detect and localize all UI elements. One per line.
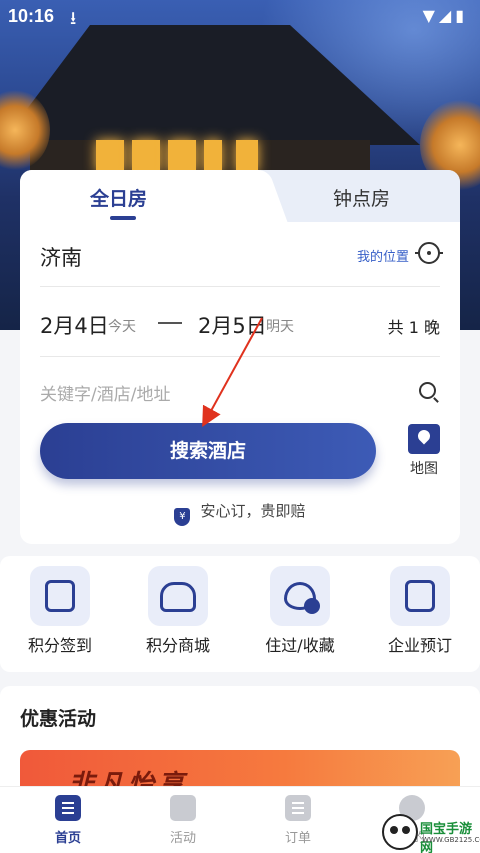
search-hotels-button[interactable]: 搜索酒店	[40, 423, 376, 479]
status-time: 10:16	[8, 6, 55, 26]
order-icon	[285, 795, 311, 821]
divider	[40, 286, 440, 287]
assurance-text: 安心订，贵即赔	[200, 502, 306, 520]
home-icon	[55, 795, 81, 821]
booking-tabs: 全日房 钟点房	[20, 170, 460, 222]
map-pin-icon	[408, 424, 440, 454]
shield-icon: ¥	[174, 508, 191, 526]
hotel-window	[132, 140, 160, 172]
checkin-date[interactable]: 2月4日	[40, 310, 109, 340]
divider	[40, 356, 440, 357]
nav-home[interactable]: 首页	[28, 795, 108, 846]
checkin-day-label: 今天	[108, 319, 136, 335]
nav-label: 活动	[169, 831, 196, 846]
promotions-title: 优惠活动	[20, 708, 97, 730]
status-bar: 10:16 ⭳ ▼◢▮	[0, 0, 480, 34]
heart-check-icon	[270, 566, 330, 626]
panda-logo	[382, 814, 418, 850]
site-watermark: 国宝手游网 WWW.GB2125.COM	[382, 814, 480, 853]
quick-entry-points-mall[interactable]: 积分商城	[128, 566, 228, 656]
hotel-window	[204, 140, 222, 172]
quick-entry-points-signin[interactable]: 积分签到	[10, 566, 110, 656]
tab-full-day[interactable]: 全日房	[90, 184, 147, 211]
quick-entry-favorites[interactable]: 住过/收藏	[250, 566, 350, 656]
shop-icon	[148, 566, 208, 626]
nav-orders[interactable]: 订单	[258, 795, 338, 846]
hotel-window	[168, 140, 196, 172]
hotel-roof	[0, 25, 420, 145]
business-icon	[390, 566, 450, 626]
sign-in-icon	[30, 566, 90, 626]
crosshair-icon[interactable]	[415, 242, 443, 264]
keyword-search-input[interactable]: 关键字/酒店/地址	[40, 380, 170, 405]
quick-entry-label: 积分签到	[27, 636, 92, 655]
tab-active-indicator	[110, 216, 136, 220]
date-separator	[158, 322, 182, 324]
nav-label: 首页	[54, 831, 81, 846]
status-icons: ▼◢▮	[422, 6, 468, 25]
percent-icon	[170, 795, 196, 821]
booking-assurance: ¥ 安心订，贵即赔	[20, 500, 460, 526]
download-icon: ⭳	[70, 8, 77, 29]
map-button[interactable]: 地图	[404, 424, 444, 480]
quick-entry-business[interactable]: 企业预订	[370, 566, 470, 656]
nights-count: 共 1 晚	[387, 318, 440, 337]
hotel-window	[236, 140, 258, 172]
city-selector[interactable]: 济南	[40, 242, 82, 272]
booking-card: 全日房 钟点房 济南 我的位置 2月4日 今天 2月5日 明天 共 1 晚 关键…	[20, 170, 460, 544]
nav-activities[interactable]: 活动	[143, 795, 223, 846]
map-label: 地图	[410, 461, 438, 477]
checkout-day-label: 明天	[266, 319, 294, 335]
checkout-date[interactable]: 2月5日	[198, 310, 267, 340]
nav-label: 订单	[284, 831, 311, 846]
tab-hourly[interactable]: 钟点房	[333, 184, 390, 211]
search-icon[interactable]	[419, 382, 436, 399]
watermark-url: WWW.GB2125.COM	[422, 836, 480, 844]
quick-entries: 积分签到 积分商城 住过/收藏 企业预订	[0, 556, 480, 672]
quick-entry-label: 住过/收藏	[265, 636, 335, 655]
quick-entry-label: 积分商城	[145, 636, 210, 655]
my-location-link[interactable]: 我的位置	[357, 246, 409, 265]
quick-entry-label: 企业预订	[387, 636, 452, 655]
hotel-window	[96, 140, 124, 172]
